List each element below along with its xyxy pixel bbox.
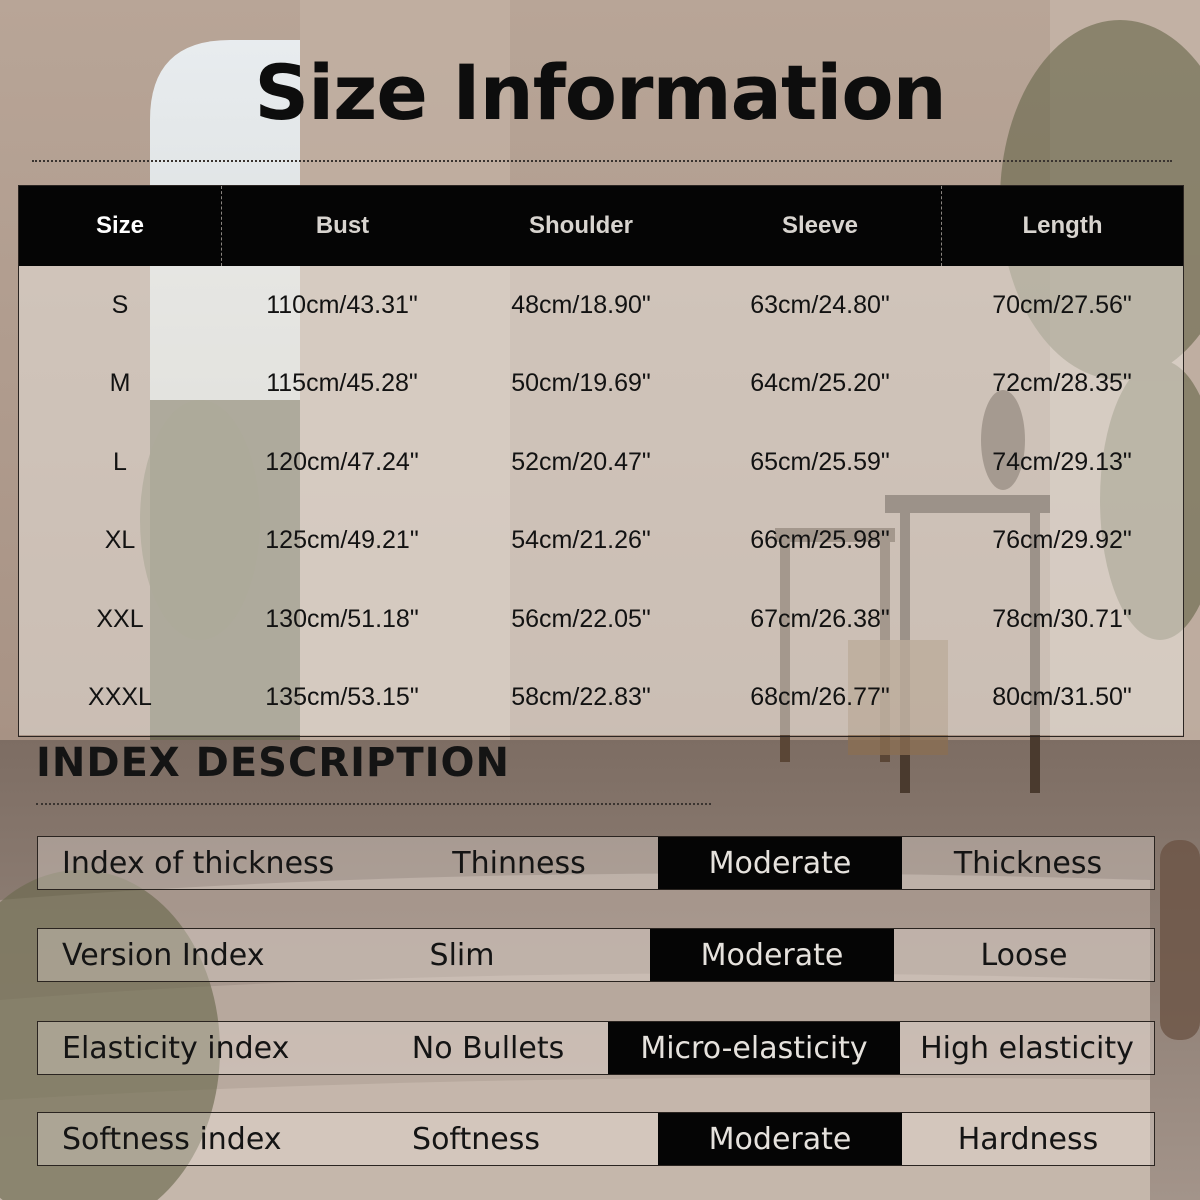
shoulder-cell: 48cm/18.90" — [511, 290, 651, 319]
size-cell: XXL — [96, 604, 144, 633]
index-option: Loose — [980, 937, 1068, 973]
index-label: Softness index — [62, 1121, 282, 1157]
shoulder-cell: 54cm/21.26" — [511, 526, 651, 555]
title-divider — [32, 160, 1172, 162]
shoulder-cell: 52cm/20.47" — [511, 447, 651, 476]
bust-cell: 110cm/43.31" — [266, 290, 418, 319]
header-bust: Bust — [221, 186, 463, 266]
index-label: Index of thickness — [62, 845, 335, 881]
table-row: XXL 130cm/51.18" 56cm/22.05" 67cm/26.38"… — [19, 580, 1183, 659]
shoulder-cell: 50cm/19.69" — [511, 369, 651, 398]
index-option: Slim — [429, 937, 495, 973]
table-row: S 110cm/43.31" 48cm/18.90" 63cm/24.80" 7… — [19, 266, 1183, 345]
table-row: M 115cm/45.28" 50cm/19.69" 64cm/25.20" 7… — [19, 345, 1183, 424]
index-option: High elasticity — [920, 1030, 1134, 1066]
length-cell: 72cm/28.35" — [992, 369, 1132, 398]
header-length: Length — [941, 186, 1183, 266]
length-cell: 74cm/29.13" — [992, 447, 1132, 476]
index-option: No Bullets — [411, 1030, 565, 1066]
index-row-elasticity: Elasticity index No Bullets Micro-elasti… — [37, 1021, 1155, 1075]
sleeve-cell: 67cm/26.38" — [750, 604, 890, 633]
size-cell: XXXL — [88, 683, 152, 712]
index-option-selected: Moderate — [650, 929, 894, 981]
sleeve-cell: 63cm/24.80" — [750, 290, 890, 319]
bust-cell: 125cm/49.21" — [265, 526, 419, 555]
index-option: Softness — [412, 1121, 540, 1157]
index-option-selected: Moderate — [658, 1113, 902, 1165]
index-row-softness: Softness index Softness Moderate Hardnes… — [37, 1112, 1155, 1166]
size-cell: M — [109, 369, 131, 398]
index-option-selected: Moderate — [658, 837, 902, 889]
shoulder-cell: 56cm/22.05" — [511, 604, 651, 633]
sleeve-cell: 64cm/25.20" — [750, 369, 890, 398]
length-cell: 70cm/27.56" — [992, 290, 1132, 319]
length-cell: 76cm/29.92" — [992, 526, 1132, 555]
index-option-selected: Micro-elasticity — [608, 1022, 900, 1074]
index-option: Thinness — [452, 845, 586, 881]
index-label: Version Index — [62, 937, 265, 973]
page-title: Size Information — [254, 48, 946, 137]
header-size: Size — [95, 212, 145, 239]
index-label: Elasticity index — [62, 1030, 290, 1066]
index-option: Thickness — [953, 845, 1103, 881]
size-cell: S — [111, 290, 129, 319]
table-header-row: Size Bust Shoulder Sleeve Length — [19, 186, 1183, 266]
sleeve-cell: 66cm/25.98" — [750, 526, 890, 555]
header-sleeve: Sleeve — [781, 212, 859, 239]
shoulder-cell: 58cm/22.83" — [511, 683, 651, 712]
sleeve-cell: 65cm/25.59" — [750, 447, 890, 476]
header-shoulder: Shoulder — [528, 212, 633, 239]
size-cell: L — [113, 447, 127, 476]
bust-cell: 130cm/51.18" — [265, 604, 419, 633]
table-row: L 120cm/47.24" 52cm/20.47" 65cm/25.59" 7… — [19, 423, 1183, 502]
index-row-thickness: Index of thickness Thinness Moderate Thi… — [37, 836, 1155, 890]
length-cell: 80cm/31.50" — [992, 683, 1132, 712]
size-cell: XL — [104, 526, 136, 555]
table-row: XXXL 135cm/53.15" 58cm/22.83" 68cm/26.77… — [19, 659, 1183, 738]
index-divider — [36, 803, 711, 805]
length-cell: 78cm/30.71" — [992, 604, 1132, 633]
sleeve-cell: 68cm/26.77" — [750, 683, 890, 712]
bust-cell: 135cm/53.15" — [265, 683, 419, 712]
index-option: Hardness — [957, 1121, 1099, 1157]
table-row: XL 125cm/49.21" 54cm/21.26" 66cm/25.98" … — [19, 502, 1183, 581]
index-description-heading: INDEX DESCRIPTION — [36, 740, 510, 786]
index-row-version: Version Index Slim Moderate Loose — [37, 928, 1155, 982]
size-chart-table: Size Bust Shoulder Sleeve Length S 110cm… — [18, 185, 1184, 737]
bust-cell: 120cm/47.24" — [265, 447, 419, 476]
table-body: S 110cm/43.31" 48cm/18.90" 63cm/24.80" 7… — [19, 266, 1183, 735]
bust-cell: 115cm/45.28" — [266, 369, 418, 398]
